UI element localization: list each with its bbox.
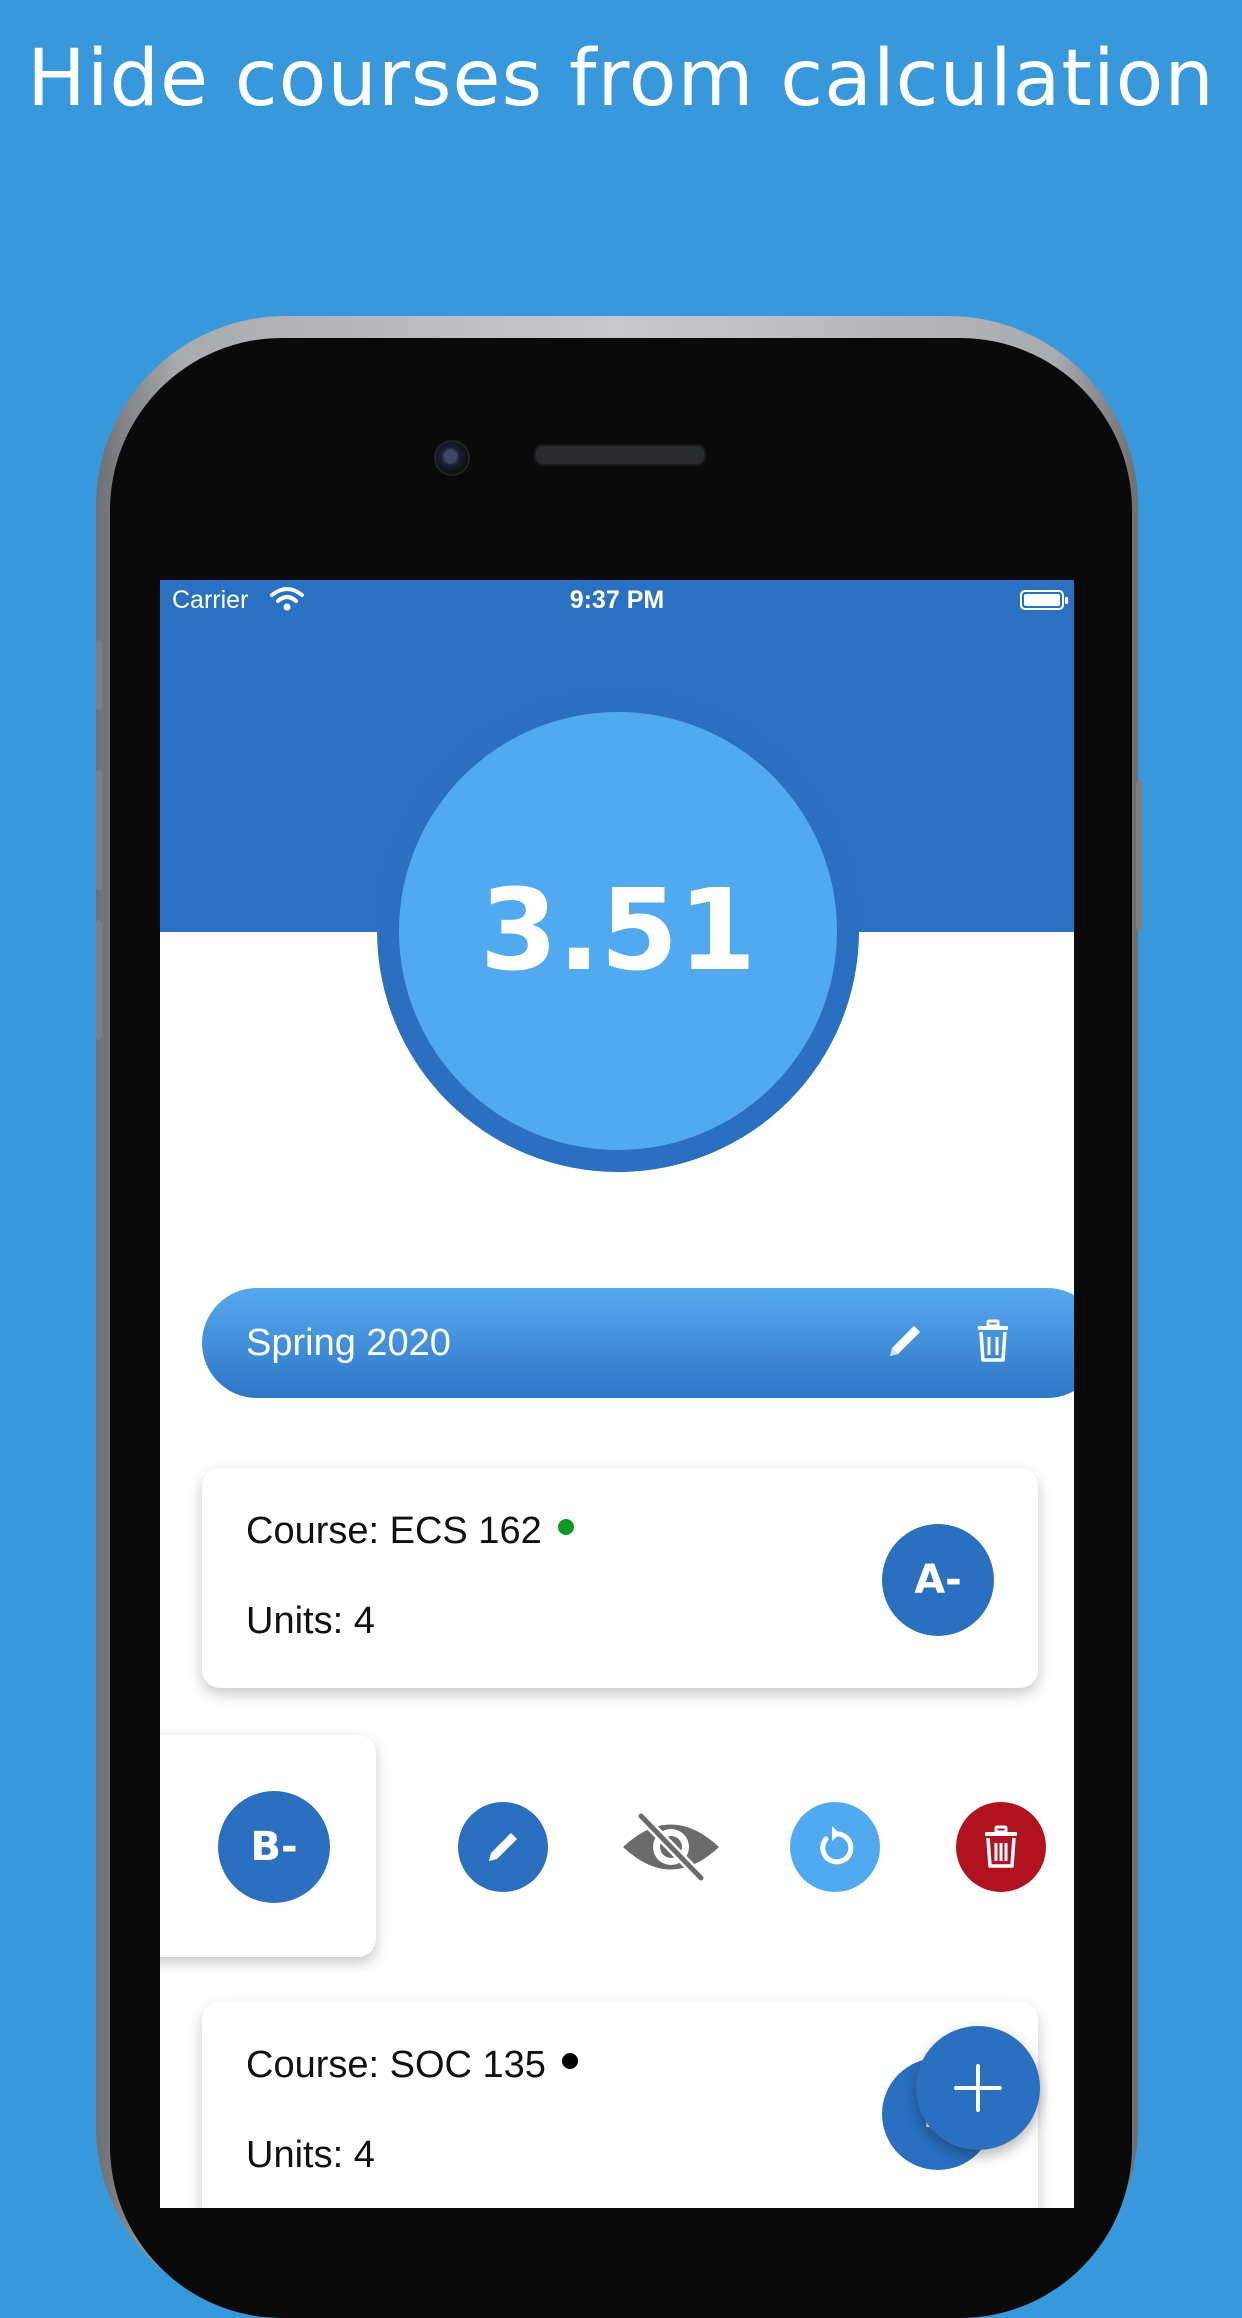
- power-button: [1136, 780, 1142, 930]
- front-camera: [434, 440, 470, 476]
- volume-up-button: [96, 770, 102, 890]
- edit-course-button[interactable]: [458, 1802, 548, 1892]
- gpa-circle: 3.51: [399, 712, 837, 1150]
- gpa-ring: 3.51: [377, 690, 859, 1172]
- course-name: Course: ECS 162: [246, 1510, 574, 1553]
- course-card[interactable]: Course: ECS 162 Units: 4 A-: [202, 1468, 1038, 1688]
- pencil-icon: [489, 1833, 517, 1861]
- app-screen: Carrier 9:37 PM 3.51 Spring 2020 Course:…: [160, 580, 1074, 2208]
- course-label: Course: SOC 135: [246, 2044, 546, 2086]
- course-card-swiped[interactable]: B-: [160, 1735, 376, 1957]
- course-name: Course: SOC 135: [246, 2044, 578, 2087]
- pencil-icon[interactable]: [882, 1318, 928, 1364]
- mute-switch: [96, 640, 102, 710]
- grade-badge[interactable]: B-: [218, 1791, 330, 1903]
- clock: 9:37 PM: [569, 586, 665, 614]
- hide-course-button[interactable]: [616, 1802, 726, 1892]
- semester-header[interactable]: Spring 2020: [202, 1288, 1074, 1398]
- earpiece-speaker: [534, 444, 706, 466]
- battery-icon: [1020, 590, 1068, 610]
- volume-down-button: [96, 920, 102, 1040]
- eye-slash-icon: [623, 1812, 719, 1882]
- gpa-value: 3.51: [479, 866, 757, 996]
- course-units: Units: 4: [246, 2134, 375, 2176]
- trash-icon: [985, 1825, 1017, 1868]
- course-units: Units: 4: [246, 1600, 375, 1642]
- course-label: Course: ECS 162: [246, 1510, 542, 1552]
- status-bar: Carrier 9:37 PM: [160, 580, 1074, 620]
- reset-course-button[interactable]: [790, 1802, 880, 1892]
- course-card[interactable]: Course: SOC 135 Units: 4 B: [202, 2002, 1038, 2208]
- status-dot: [561, 2052, 578, 2069]
- plus-icon: [954, 2064, 1002, 2112]
- headline: Hide courses from calculation: [27, 34, 1215, 124]
- delete-course-button[interactable]: [956, 1802, 1046, 1892]
- status-dot: [557, 1518, 574, 1535]
- undo-icon: [820, 1826, 854, 1865]
- semester-name: Spring 2020: [246, 1322, 451, 1364]
- trash-icon[interactable]: [970, 1318, 1016, 1364]
- grade-badge[interactable]: A-: [882, 1524, 994, 1636]
- add-course-button[interactable]: [916, 2026, 1040, 2150]
